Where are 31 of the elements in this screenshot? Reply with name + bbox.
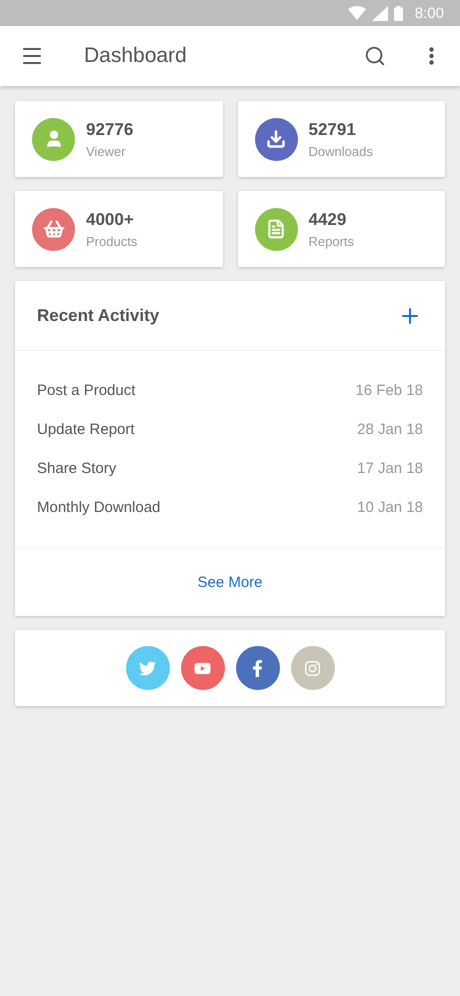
app-title: Dashboard <box>84 44 188 68</box>
camera-icon <box>304 660 321 676</box>
youtube-button[interactable] <box>180 646 224 690</box>
bird-icon <box>139 660 156 676</box>
document-icon <box>266 219 286 239</box>
see-more-link[interactable]: See More <box>197 574 263 590</box>
activity-name: Update Report <box>37 421 135 438</box>
stat-value: 4000+ <box>86 210 135 230</box>
stat-value: 52791 <box>308 120 357 140</box>
stat-label: Reports <box>308 234 354 248</box>
activity-name: Share Story <box>37 460 116 477</box>
battery-icon <box>394 6 403 20</box>
card-title: Recent Activity <box>37 306 160 326</box>
activity-date: 10 Jan 18 <box>357 499 423 516</box>
stat-value: 4429 <box>308 210 348 230</box>
basket-icon <box>42 218 64 240</box>
activity-date: 28 Jan 18 <box>357 421 423 438</box>
facebook-button[interactable] <box>236 646 280 690</box>
download-icon <box>266 129 286 149</box>
stat-label: Products <box>86 234 138 248</box>
activity-date: 17 Jan 18 <box>357 460 423 477</box>
more-icon <box>428 47 434 65</box>
activity-date: 16 Feb 18 <box>355 382 423 399</box>
stat-value: 92776 <box>86 120 134 140</box>
stat-label: Downloads <box>308 144 373 158</box>
signal-icon <box>372 6 388 20</box>
wifi-icon <box>348 6 366 20</box>
status-time: 8:00 <box>414 4 444 22</box>
activity-name: Post a Product <box>37 382 136 399</box>
activity-name: Monthly Download <box>37 499 160 516</box>
stat-label: Viewer <box>86 144 127 158</box>
